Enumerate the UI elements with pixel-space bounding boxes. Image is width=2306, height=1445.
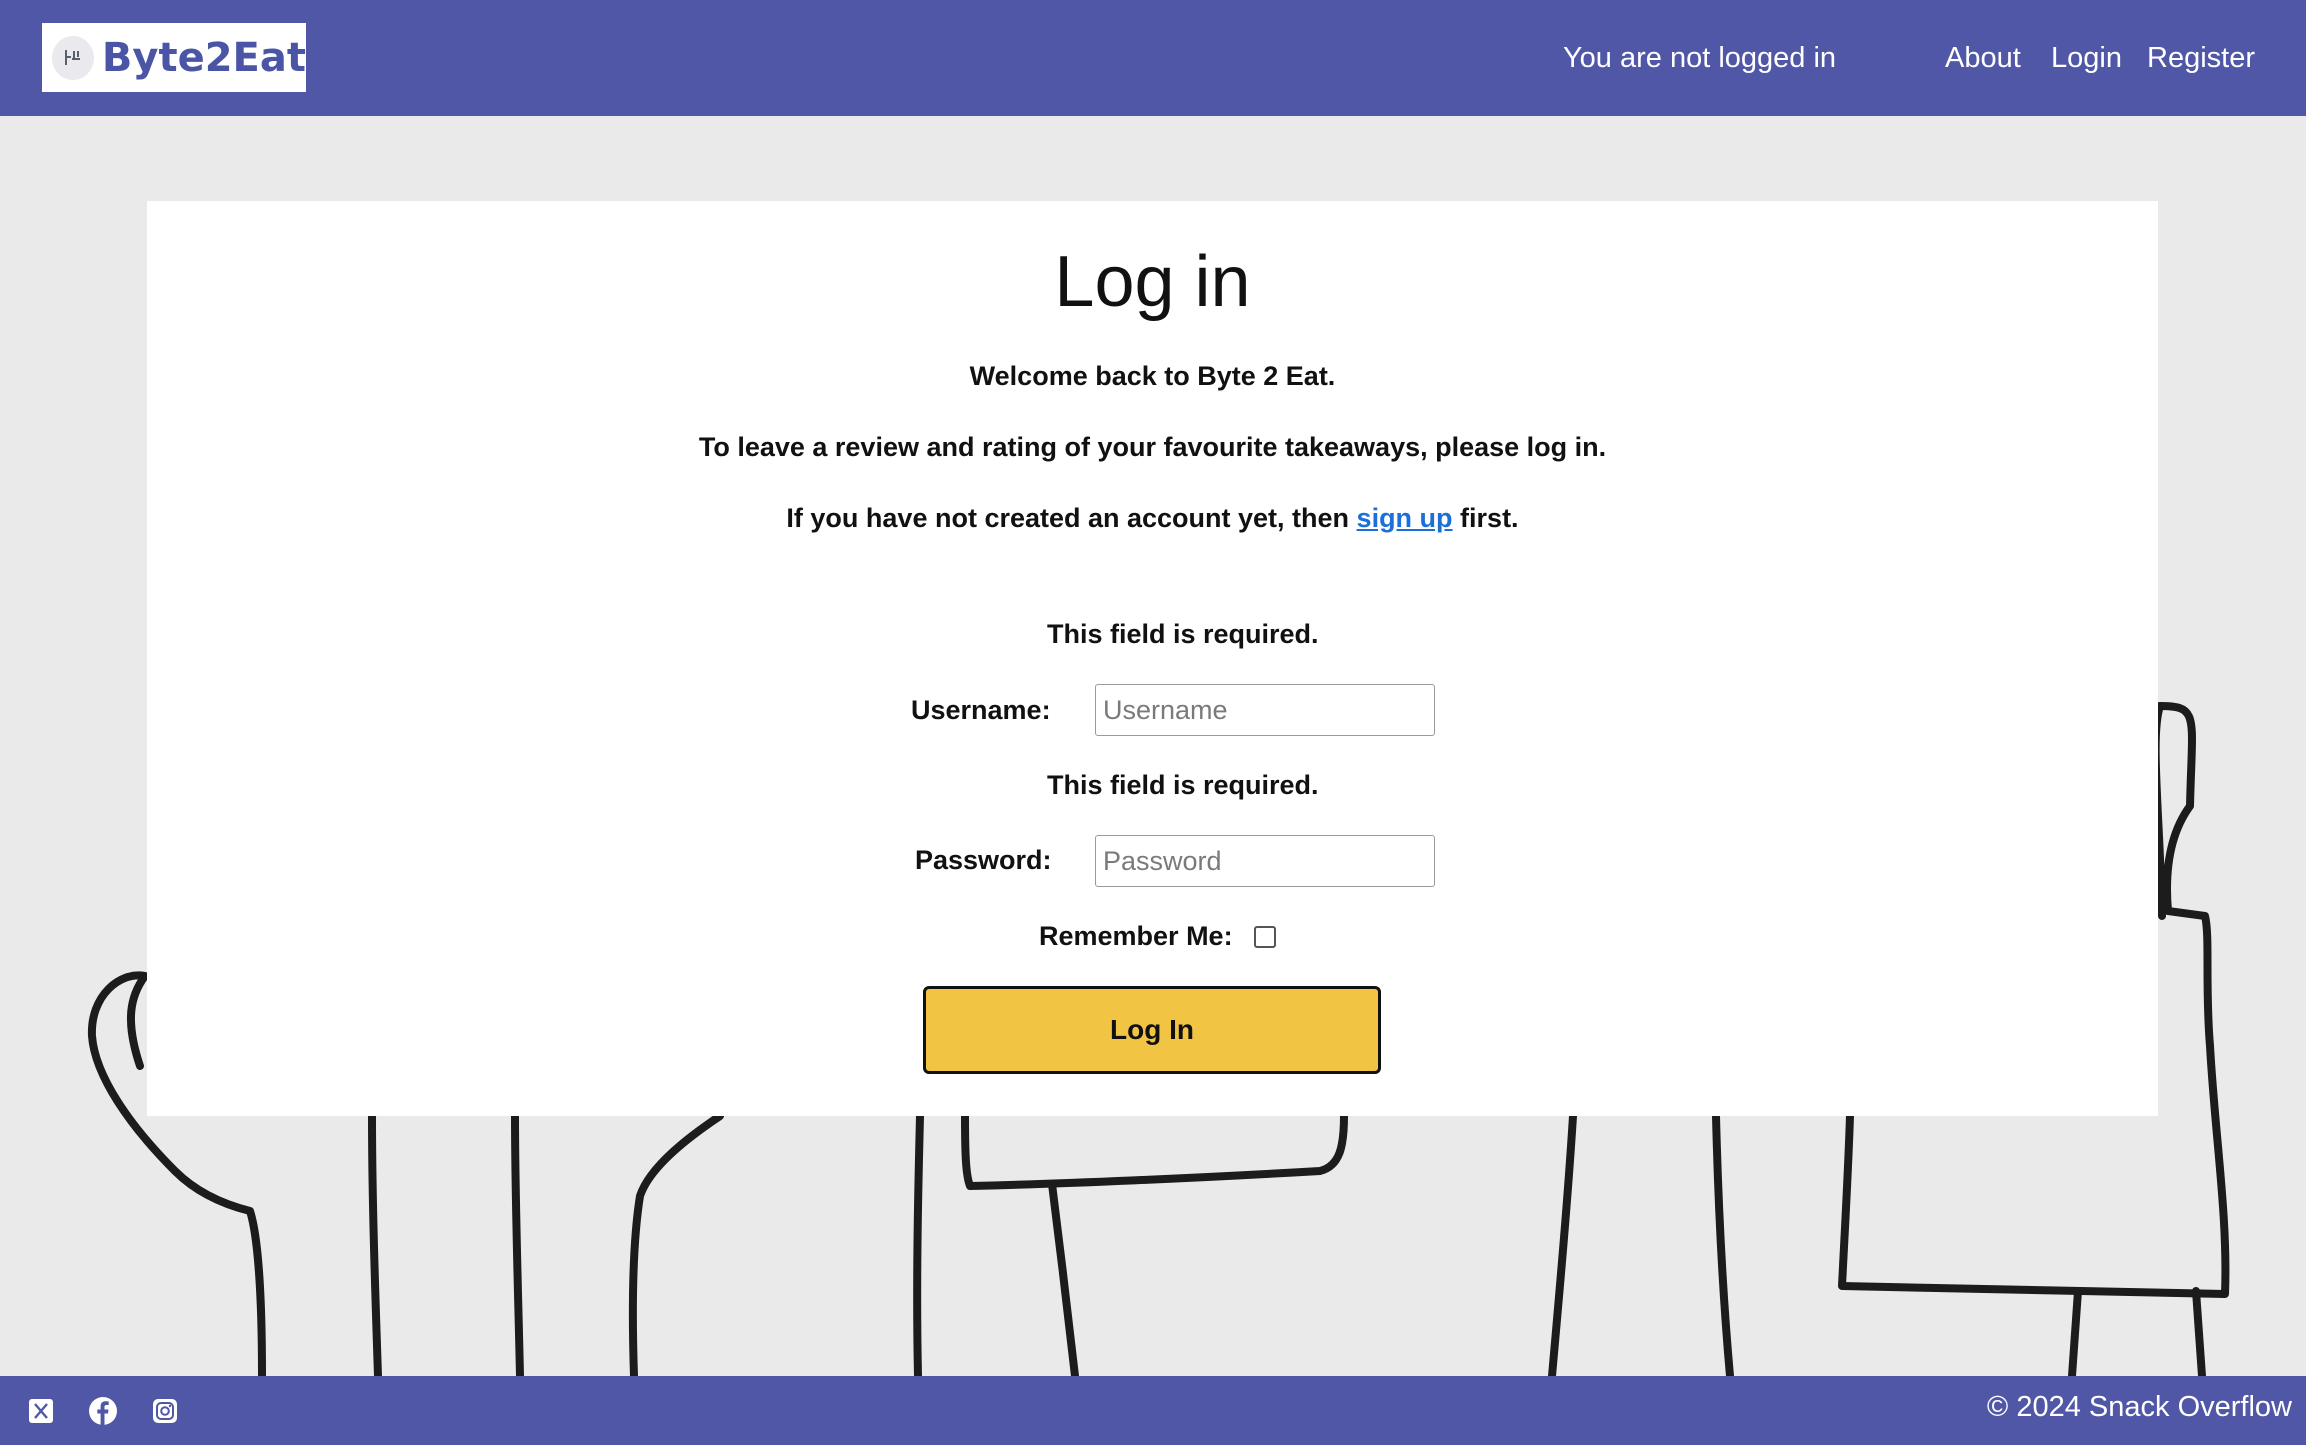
intro-text: To leave a review and rating of your fav…: [698, 432, 1607, 462]
password-input[interactable]: [1095, 835, 1435, 887]
remember-me-label: Remember Me:: [1039, 921, 1233, 951]
login-card: Log in Welcome back to Byte 2 Eat. To le…: [147, 201, 2158, 1116]
top-navbar: Byte2Eat You are not logged in About Log…: [0, 0, 2306, 116]
password-error: This field is required.: [1047, 770, 1319, 800]
brand-logo-link[interactable]: Byte2Eat: [42, 23, 306, 92]
remember-me-checkbox[interactable]: [1254, 926, 1276, 948]
facebook-icon[interactable]: [88, 1396, 118, 1426]
signup-prompt-prefix: If you have not created an account yet, …: [786, 503, 1357, 533]
nav-register-link[interactable]: Register: [2147, 38, 2255, 78]
signup-link[interactable]: sign up: [1357, 503, 1453, 533]
username-label: Username:: [911, 695, 1051, 725]
password-label: Password:: [915, 845, 1052, 875]
copyright-text: © 2024 Snack Overflow: [1986, 1391, 2292, 1423]
instagram-icon[interactable]: [150, 1396, 180, 1426]
welcome-text: Welcome back to Byte 2 Eat.: [969, 361, 1336, 391]
page-title: Log in: [1054, 242, 1251, 322]
signup-prompt: If you have not created an account yet, …: [147, 503, 2158, 534]
nav-about-link[interactable]: About: [1945, 38, 2021, 78]
footer: © 2024 Snack Overflow: [0, 1376, 2306, 1445]
username-error: This field is required.: [1047, 619, 1319, 649]
signup-prompt-suffix: first.: [1452, 503, 1519, 533]
x-icon[interactable]: [26, 1396, 56, 1426]
login-status-text: You are not logged in: [1563, 42, 1837, 74]
nav-login-link[interactable]: Login: [2051, 38, 2122, 78]
login-submit-button[interactable]: Log In: [923, 986, 1381, 1074]
brand-name: Byte2Eat: [101, 34, 306, 81]
username-input[interactable]: [1095, 684, 1435, 736]
brand-icon: [52, 35, 94, 80]
